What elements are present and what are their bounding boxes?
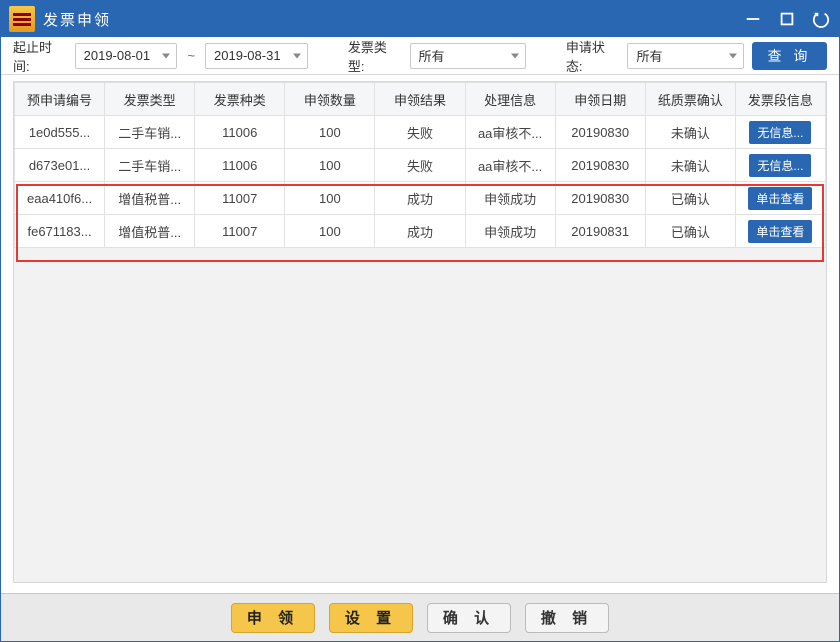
- cell-kind: 11006: [195, 116, 285, 149]
- cell-confirm: 未确认: [645, 116, 735, 149]
- col-id: 预申请编号: [15, 83, 105, 116]
- app-logo-icon: [9, 6, 35, 32]
- col-qty: 申领数量: [285, 83, 375, 116]
- window-title: 发票申领: [43, 9, 111, 30]
- cell-info: aa审核不...: [465, 149, 555, 182]
- cell-confirm: 已确认: [645, 182, 735, 215]
- col-result: 申领结果: [375, 83, 465, 116]
- invoice-type-label: 发票类型:: [348, 37, 402, 75]
- title-bar: 发票申领: [1, 1, 839, 37]
- cell-seg: 单击查看: [735, 182, 825, 215]
- table-row[interactable]: 1e0d555...二手车销...11006100失败aa审核不...20190…: [15, 116, 826, 149]
- cell-kind: 11006: [195, 149, 285, 182]
- segment-info-button[interactable]: 无信息...: [749, 154, 811, 177]
- chevron-down-icon: [729, 53, 737, 58]
- col-confirm: 纸质票确认: [645, 83, 735, 116]
- cell-date: 20190830: [555, 149, 645, 182]
- minimize-icon[interactable]: [743, 9, 763, 29]
- cell-type: 二手车销...: [105, 116, 195, 149]
- col-seg: 发票段信息: [735, 83, 825, 116]
- cell-result: 失败: [375, 116, 465, 149]
- table-box: 预申请编号 发票类型 发票种类 申领数量 申领结果 处理信息 申领日期 纸质票确…: [13, 81, 827, 583]
- apply-status-label: 申请状态:: [566, 37, 620, 75]
- cell-info: 申领成功: [465, 215, 555, 248]
- cell-seg: 单击查看: [735, 215, 825, 248]
- back-icon[interactable]: [811, 9, 831, 29]
- col-info: 处理信息: [465, 83, 555, 116]
- cell-confirm: 未确认: [645, 149, 735, 182]
- results-table: 预申请编号 发票类型 发票种类 申领数量 申领结果 处理信息 申领日期 纸质票确…: [14, 82, 826, 248]
- cell-qty: 100: [285, 215, 375, 248]
- filter-bar: 起止时间: 2019-08-01 ~ 2019-08-31 发票类型: 所有 申…: [1, 37, 839, 75]
- cell-seg: 无信息...: [735, 116, 825, 149]
- col-kind: 发票种类: [195, 83, 285, 116]
- cell-result: 失败: [375, 149, 465, 182]
- apply-status-value: 所有: [636, 46, 662, 65]
- apply-button[interactable]: 申 领: [231, 603, 315, 633]
- apply-status-select[interactable]: 所有: [627, 43, 743, 69]
- cell-info: 申领成功: [465, 182, 555, 215]
- cell-result: 成功: [375, 182, 465, 215]
- cell-date: 20190831: [555, 215, 645, 248]
- col-date: 申领日期: [555, 83, 645, 116]
- cell-qty: 100: [285, 116, 375, 149]
- cell-qty: 100: [285, 182, 375, 215]
- cell-id: d673e01...: [15, 149, 105, 182]
- cell-date: 20190830: [555, 116, 645, 149]
- table-row[interactable]: d673e01...二手车销...11006100失败aa审核不...20190…: [15, 149, 826, 182]
- cell-kind: 11007: [195, 215, 285, 248]
- cell-type: 增值税普...: [105, 215, 195, 248]
- cell-id: 1e0d555...: [15, 116, 105, 149]
- cell-kind: 11007: [195, 182, 285, 215]
- date-from-value: 2019-08-01: [84, 48, 151, 63]
- footer-bar: 申 领 设 置 确 认 撤 销: [1, 593, 839, 641]
- cell-type: 增值税普...: [105, 182, 195, 215]
- invoice-type-select[interactable]: 所有: [410, 43, 526, 69]
- invoice-type-value: 所有: [419, 46, 445, 65]
- table-row[interactable]: fe671183...增值税普...11007100成功申领成功20190831…: [15, 215, 826, 248]
- chevron-down-icon: [511, 53, 519, 58]
- date-to-input[interactable]: 2019-08-31: [205, 43, 308, 69]
- table-header-row: 预申请编号 发票类型 发票种类 申领数量 申领结果 处理信息 申领日期 纸质票确…: [15, 83, 826, 116]
- cell-confirm: 已确认: [645, 215, 735, 248]
- query-button[interactable]: 查 询: [752, 42, 827, 70]
- cell-id: fe671183...: [15, 215, 105, 248]
- date-range-separator: ~: [185, 48, 197, 63]
- cell-info: aa审核不...: [465, 116, 555, 149]
- segment-info-button[interactable]: 无信息...: [749, 121, 811, 144]
- title-bar-left: 发票申领: [9, 6, 111, 32]
- table-container: 预申请编号 发票类型 发票种类 申领数量 申领结果 处理信息 申领日期 纸质票确…: [1, 75, 839, 593]
- segment-info-button[interactable]: 单击查看: [748, 187, 812, 210]
- confirm-button[interactable]: 确 认: [427, 603, 511, 633]
- cell-qty: 100: [285, 149, 375, 182]
- chevron-down-icon: [162, 53, 170, 58]
- chevron-down-icon: [293, 53, 301, 58]
- settings-button[interactable]: 设 置: [329, 603, 413, 633]
- cancel-button[interactable]: 撤 销: [525, 603, 609, 633]
- window-controls: [743, 9, 831, 29]
- cell-id: eaa410f6...: [15, 182, 105, 215]
- col-type: 发票类型: [105, 83, 195, 116]
- cell-date: 20190830: [555, 182, 645, 215]
- date-range-label: 起止时间:: [13, 37, 67, 75]
- cell-seg: 无信息...: [735, 149, 825, 182]
- segment-info-button[interactable]: 单击查看: [748, 220, 812, 243]
- app-window: 发票申领 起止时间: 2019-08-01 ~ 2019-08-31 发票类型:…: [0, 0, 840, 642]
- cell-type: 二手车销...: [105, 149, 195, 182]
- date-to-value: 2019-08-31: [214, 48, 281, 63]
- date-from-input[interactable]: 2019-08-01: [75, 43, 178, 69]
- maximize-icon[interactable]: [777, 9, 797, 29]
- table-row[interactable]: eaa410f6...增值税普...11007100成功申领成功20190830…: [15, 182, 826, 215]
- cell-result: 成功: [375, 215, 465, 248]
